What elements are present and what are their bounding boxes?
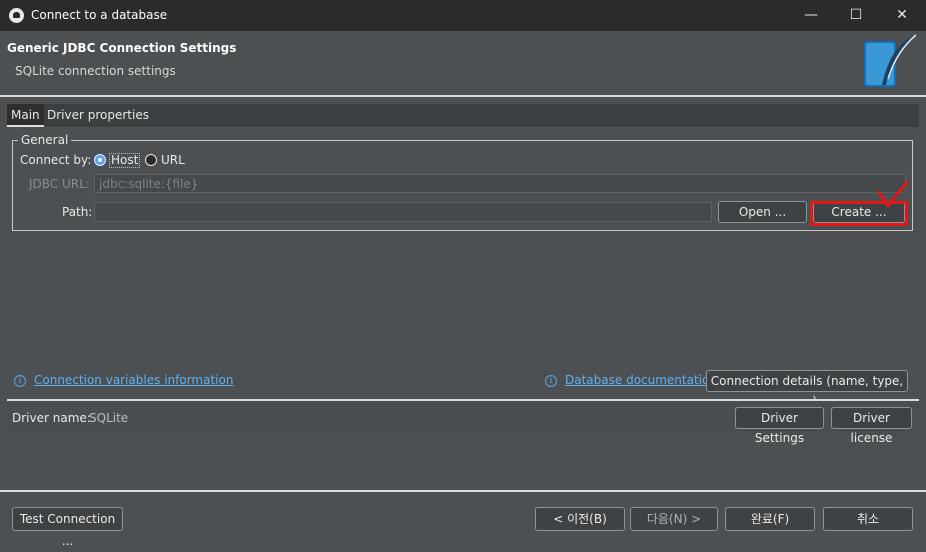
- window-title: Connect to a database: [31, 8, 168, 22]
- page-subtitle: SQLite connection settings: [15, 64, 176, 78]
- minimize-button[interactable]: —: [788, 0, 834, 31]
- info-icon: i: [14, 375, 26, 387]
- finish-button[interactable]: 완료(F): [725, 507, 815, 531]
- driver-name-value: SQLite: [89, 411, 129, 425]
- connection-details-button[interactable]: Connection details (name, type, ... ): [706, 370, 908, 408]
- driver-name-label: Driver name:: [12, 411, 91, 425]
- general-group-label: General: [18, 133, 72, 147]
- back-button[interactable]: < 이전(B): [535, 507, 625, 531]
- driver-license-button[interactable]: Driver license: [831, 407, 912, 445]
- next-button[interactable]: 다음(N) >: [630, 507, 718, 531]
- close-button[interactable]: ✕: [879, 0, 925, 31]
- dbeaver-icon: [9, 8, 24, 23]
- jdbc-url-field: jdbc:sqlite:{file}: [94, 174, 906, 193]
- jdbc-url-label: JDBC URL:: [29, 177, 90, 191]
- connect-by-label: Connect by:: [20, 153, 92, 167]
- footer-divider: [0, 490, 926, 492]
- open-button[interactable]: Open ...: [718, 201, 807, 223]
- tab-driver-properties[interactable]: Driver properties: [43, 104, 153, 127]
- url-radio-label[interactable]: URL: [161, 153, 185, 167]
- url-radio[interactable]: [145, 154, 157, 166]
- cancel-button[interactable]: 취소: [823, 507, 913, 531]
- path-label: Path:: [62, 205, 93, 219]
- connection-variables-link[interactable]: Connection variables information: [34, 373, 233, 387]
- test-connection-button[interactable]: Test Connection ...: [12, 507, 123, 548]
- path-input[interactable]: [94, 202, 712, 222]
- header-divider: [0, 95, 926, 97]
- driver-settings-button[interactable]: Driver Settings: [735, 407, 824, 445]
- checkmark-annotation-icon: [877, 180, 909, 208]
- host-radio-label[interactable]: Host: [109, 153, 141, 168]
- info-icon: i: [545, 375, 557, 387]
- host-radio[interactable]: [94, 154, 106, 166]
- database-documentation-link[interactable]: Database documentation: [565, 373, 717, 387]
- page-title: Generic JDBC Connection Settings: [7, 41, 237, 55]
- tab-bar: Main Driver properties: [7, 104, 919, 127]
- tab-main[interactable]: Main: [7, 104, 44, 127]
- maximize-button[interactable]: ☐: [833, 0, 879, 31]
- sqlite-feather-icon: [864, 34, 917, 87]
